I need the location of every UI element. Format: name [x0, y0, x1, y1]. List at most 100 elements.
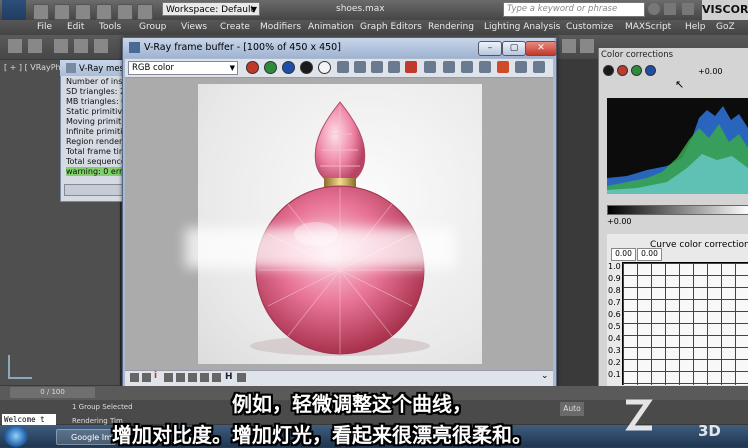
duplicate-icon[interactable] — [371, 61, 383, 73]
blue-channel-toggle[interactable] — [282, 61, 295, 74]
monochrome-toggle[interactable] — [318, 61, 331, 74]
maximize-button[interactable]: ▢ — [502, 41, 526, 56]
menu-rendering[interactable]: Rendering — [428, 22, 474, 32]
red-channel-toggle[interactable] — [246, 61, 259, 74]
region-render-icon[interactable] — [443, 61, 455, 73]
menu-edit[interactable]: Edit — [67, 22, 84, 32]
lut-icon[interactable] — [188, 373, 197, 382]
color-corrections-title: Color corrections — [601, 50, 674, 60]
unlink-icon[interactable] — [74, 39, 88, 53]
maxscript-listener[interactable]: Welcome t — [2, 414, 56, 425]
menu-modifiers[interactable]: Modifiers — [260, 22, 301, 32]
menu-create[interactable]: Create — [220, 22, 250, 32]
undo-icon[interactable] — [8, 39, 22, 53]
message-line: Total sequence — [66, 157, 124, 166]
menu-customize[interactable]: Customize — [566, 22, 613, 32]
menu-file[interactable]: File — [37, 22, 52, 32]
chevron-down-icon[interactable]: ⌄ — [541, 371, 549, 381]
menu-goz[interactable]: GoZ — [716, 22, 735, 32]
vray-logo-icon[interactable] — [497, 61, 509, 73]
redo-icon[interactable] — [116, 4, 133, 20]
search-icon[interactable] — [648, 3, 660, 15]
curve-input-a[interactable]: 0.00 — [611, 248, 636, 261]
menu-help[interactable]: Help — [685, 22, 706, 32]
h-icon[interactable]: H — [225, 372, 233, 382]
history-icon[interactable] — [130, 373, 139, 382]
render-setup-icon[interactable] — [562, 39, 576, 53]
zoom-icon[interactable] — [200, 373, 209, 382]
clear-icon[interactable] — [405, 61, 417, 73]
search-input[interactable]: Type a keyword or phrase — [503, 2, 645, 17]
axis-gizmo-icon — [8, 355, 32, 379]
curve-y-tick: 0.2 — [608, 358, 621, 367]
star-icon[interactable] — [664, 3, 676, 15]
pixel-info-icon[interactable] — [142, 373, 151, 382]
curve-y-tick: 0.3 — [608, 346, 621, 355]
minimize-button[interactable]: – — [478, 41, 502, 56]
menu-maxscript[interactable]: MAXScript — [625, 22, 671, 32]
lens-effects-icon[interactable] — [515, 61, 527, 73]
alpha-channel-toggle[interactable] — [300, 61, 313, 74]
chevron-down-icon: ▼ — [229, 64, 235, 72]
frame-buffer-title: V-Ray frame buffer - [100% of 450 x 450] — [144, 42, 341, 53]
menu-lighting-analysis[interactable]: Lighting Analysis — [484, 22, 560, 32]
all-channels-toggle[interactable] — [603, 65, 614, 76]
channel-toggles — [603, 65, 656, 79]
levels-value: +0.00 — [607, 217, 632, 226]
frame-icon[interactable] — [237, 373, 246, 382]
open-folder-icon[interactable] — [388, 61, 400, 73]
open-file-icon[interactable] — [53, 4, 70, 20]
color-corrections-icon[interactable] — [479, 61, 491, 73]
perfume-bottle-render — [250, 101, 430, 356]
undo-icon[interactable] — [95, 4, 112, 20]
channel-select[interactable]: RGB color ▼ — [128, 61, 238, 75]
start-button[interactable] — [4, 425, 28, 447]
render-last-icon[interactable] — [533, 61, 545, 73]
brand-logo: VISCOR — [702, 0, 748, 20]
workspace-selector[interactable]: Workspace: Default ▼ — [162, 2, 260, 16]
curve-y-tick: 1.0 — [608, 262, 621, 271]
curve-grid[interactable] — [622, 262, 748, 385]
taskbar-item-browser[interactable]: Google Im — [56, 429, 116, 445]
menu-group[interactable]: Group — [139, 22, 166, 32]
new-file-icon[interactable] — [33, 4, 49, 20]
time-slider[interactable]: 0 / 100 — [10, 387, 95, 398]
render-icon[interactable] — [580, 39, 594, 53]
blurred-overlay — [185, 228, 455, 268]
track-mouse-icon[interactable] — [424, 61, 436, 73]
green-channel-toggle[interactable] — [630, 65, 642, 76]
link-icon[interactable] — [54, 39, 68, 53]
auto-key-button[interactable]: Auto — [560, 402, 584, 416]
watermark-mark: 3D — [625, 399, 721, 440]
info-icon[interactable]: i — [154, 371, 157, 381]
menu-views[interactable]: Views — [181, 22, 207, 32]
load-image-icon[interactable] — [354, 61, 366, 73]
watermark-logo: 3D — [614, 384, 748, 444]
message-line: Moving primitiv — [66, 117, 124, 126]
menu-animation[interactable]: Animation — [308, 22, 354, 32]
bind-space-warp-icon[interactable] — [94, 39, 108, 53]
curve-input-b[interactable]: 0.00 — [637, 248, 662, 261]
red-channel-toggle[interactable] — [616, 65, 628, 76]
menu-graph-editors[interactable]: Graph Editors — [360, 22, 422, 32]
blue-channel-toggle[interactable] — [644, 65, 656, 76]
project-folder-icon[interactable] — [137, 4, 154, 20]
redo-icon[interactable] — [28, 39, 42, 53]
close-button[interactable]: ✕ — [525, 41, 557, 56]
levels-gradient-bar[interactable] — [607, 205, 748, 215]
link-to-render-icon[interactable] — [461, 61, 473, 73]
save-image-icon[interactable] — [337, 61, 349, 73]
viewport-label[interactable]: [ + ] [ VRayPhy — [4, 63, 65, 72]
messages-scrollbar[interactable] — [64, 184, 126, 196]
curve-y-tick: 0.7 — [608, 298, 621, 307]
chart-icon[interactable] — [164, 373, 173, 382]
histogram-graph — [607, 106, 748, 194]
curve-y-tick: 0.5 — [608, 322, 621, 331]
green-channel-toggle[interactable] — [264, 61, 277, 74]
image-icon[interactable] — [176, 373, 185, 382]
message-line: MB triangles: 0 — [66, 97, 124, 106]
help-icon[interactable] — [682, 3, 694, 15]
layers-icon[interactable] — [212, 373, 221, 382]
save-icon[interactable] — [74, 4, 91, 20]
menu-tools[interactable]: Tools — [99, 22, 121, 32]
